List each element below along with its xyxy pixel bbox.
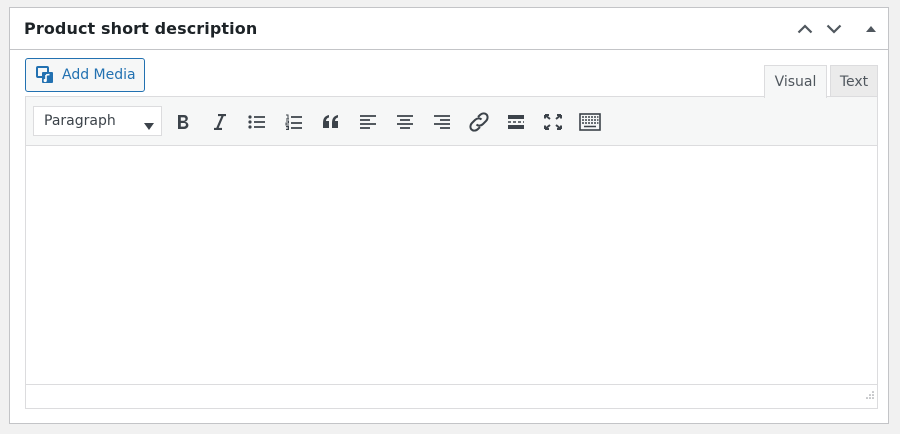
editor-statusbar [26,384,877,408]
align-right-icon[interactable] [428,108,456,136]
caret-down-icon [144,118,154,134]
link-icon[interactable] [465,108,493,136]
read-more-icon[interactable] [502,108,530,136]
editor-content-area[interactable] [26,146,877,385]
tab-text[interactable]: Text [830,65,878,97]
editor-toolbar: Paragraph [26,97,877,146]
add-media-label: Add Media [62,67,136,83]
fullscreen-icon[interactable] [539,108,567,136]
bold-icon[interactable] [169,108,197,136]
align-left-icon[interactable] [354,108,382,136]
format-select-value: Paragraph [44,113,116,129]
product-short-description-box: Product short description Add Media Visu… [9,7,889,424]
chevron-up-icon[interactable] [794,18,816,40]
triangle-up-icon[interactable] [860,18,882,40]
add-media-icon [36,66,54,84]
postbox-header: Product short description [10,8,888,50]
add-media-button[interactable]: Add Media [25,58,145,92]
italic-icon[interactable] [206,108,234,136]
tab-visual[interactable]: Visual [764,65,827,98]
format-select[interactable]: Paragraph [33,106,162,136]
page-title: Product short description [24,19,258,38]
chevron-down-icon[interactable] [823,18,845,40]
numbered-list-icon[interactable] [280,108,308,136]
toolbar-toggle-icon[interactable] [576,108,604,136]
editor: Paragraph [25,96,878,409]
blockquote-icon[interactable] [317,108,345,136]
bulleted-list-icon[interactable] [243,108,271,136]
resize-handle-icon[interactable] [864,386,874,405]
align-center-icon[interactable] [391,108,419,136]
